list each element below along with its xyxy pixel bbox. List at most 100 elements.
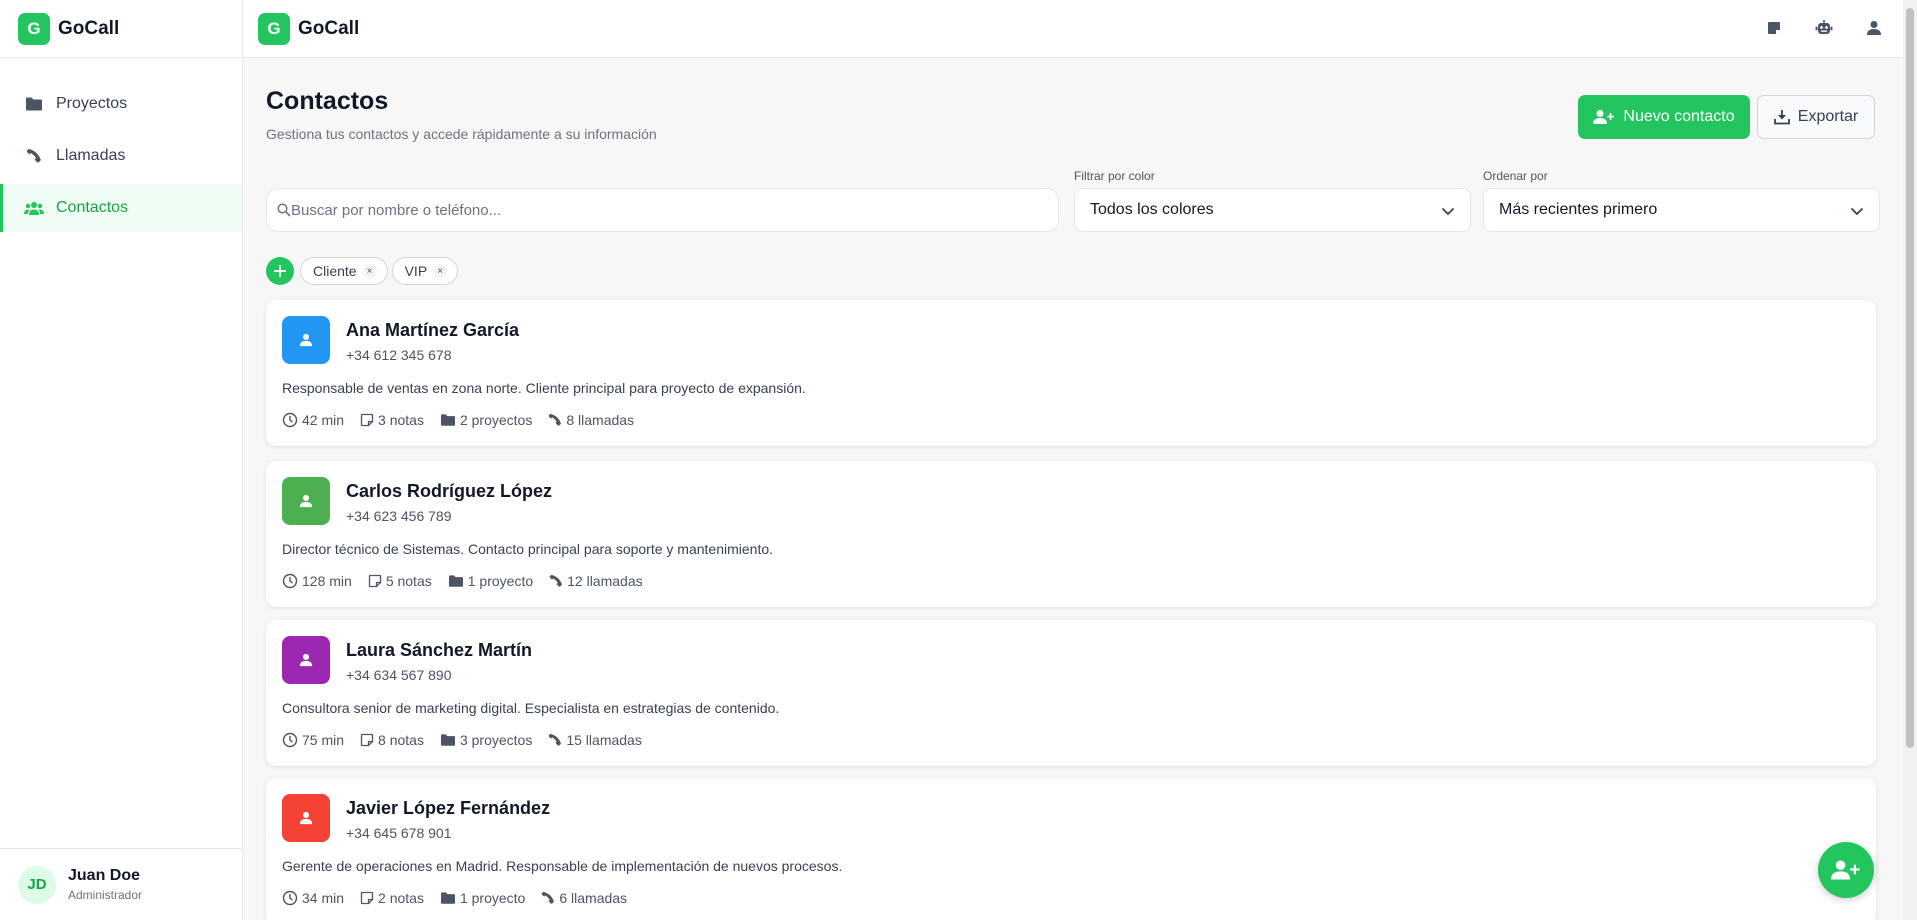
- stat-minutes: 128 min: [302, 573, 352, 589]
- clock-icon: [282, 732, 298, 748]
- sort-select[interactable]: Más recientes primero: [1483, 188, 1880, 232]
- contact-description: Responsable de ventas en zona norte. Cli…: [282, 380, 806, 396]
- note-icon: [360, 413, 374, 427]
- contact-card[interactable]: Laura Sánchez Martín +34 634 567 890 Con…: [266, 620, 1876, 766]
- sidebar-item-llamadas[interactable]: Llamadas: [0, 132, 242, 180]
- page-title: Contactos: [266, 87, 389, 115]
- fab-add-contact-button[interactable]: [1818, 842, 1874, 898]
- contact-description: Director técnico de Sistemas. Contacto p…: [282, 541, 774, 557]
- stat-calls: 8 llamadas: [566, 412, 635, 428]
- user-icon: [299, 653, 313, 667]
- phone-icon: [549, 413, 562, 426]
- stat-notes: 2 notas: [378, 890, 424, 906]
- phone-icon: [549, 574, 563, 587]
- stat-projects: 2 proyectos: [459, 412, 533, 428]
- search-input[interactable]: [291, 201, 1031, 219]
- clock-icon: [282, 890, 298, 906]
- contact-card[interactable]: Javier López Fernández +34 645 678 901 G…: [266, 778, 1876, 920]
- sidebar-item-label: Contactos: [56, 199, 129, 216]
- stat-calls: 6 llamadas: [559, 890, 628, 906]
- stat-notes: 5 notas: [385, 573, 432, 589]
- contact-card[interactable]: Carlos Rodríguez López +34 623 456 789 D…: [266, 461, 1876, 607]
- plus-icon: [274, 265, 286, 277]
- contact-description: Consultora senior de marketing digital. …: [282, 700, 780, 716]
- stat-minutes: 42 min: [302, 412, 345, 428]
- tag-label: VIP: [404, 263, 428, 279]
- app-name: GoCall: [58, 17, 120, 39]
- search-box[interactable]: [266, 188, 1059, 232]
- avatar: JD: [18, 865, 56, 904]
- contact-stats: 75 min 8 notas 3 proyectos 15 llamadas: [282, 732, 642, 748]
- sidebar-item-label: Proyectos: [56, 95, 128, 112]
- close-icon[interactable]: ×: [433, 264, 448, 278]
- app-name: GoCall: [298, 17, 360, 39]
- contact-name: Laura Sánchez Martín: [346, 640, 533, 660]
- stat-notes: 3 notas: [378, 412, 424, 428]
- clock-icon: [282, 573, 298, 589]
- sidebar-item-contactos[interactable]: Contactos: [0, 184, 242, 232]
- download-icon: [1773, 109, 1790, 125]
- contact-description: Gerente de operaciones en Madrid. Respon…: [282, 858, 843, 874]
- user-profile[interactable]: JD Juan Doe Administrador: [0, 848, 242, 920]
- logo: G: [258, 12, 290, 45]
- contact-phone: +34 623 456 789: [346, 508, 452, 524]
- export-label: Exportar: [1797, 108, 1859, 125]
- contact-name: Javier López Fernández: [346, 798, 551, 818]
- color-filter-value: Todos los colores: [1090, 201, 1214, 218]
- sidebar-nav: Proyectos Llamadas Contactos: [0, 58, 242, 232]
- page-subtitle: Gestiona tus contactos y accede rápidame…: [266, 126, 657, 142]
- user-role: Administrador: [68, 888, 143, 902]
- note-icon[interactable]: [1763, 17, 1785, 39]
- contact-avatar: [282, 794, 330, 842]
- sidebar-item-label: Llamadas: [56, 147, 126, 164]
- export-button[interactable]: Exportar: [1757, 95, 1875, 139]
- user-plus-icon: [1831, 860, 1860, 880]
- scrollbar[interactable]: [1903, 0, 1917, 920]
- stat-minutes: 75 min: [302, 732, 345, 748]
- contact-phone: +34 645 678 901: [346, 825, 452, 841]
- user-icon[interactable]: [1863, 17, 1885, 39]
- robot-icon[interactable]: [1813, 17, 1835, 39]
- stat-projects: 3 proyectos: [459, 732, 533, 748]
- stat-projects: 1 proyecto: [459, 890, 526, 906]
- topbar: G GoCall: [243, 0, 1903, 58]
- scrollbar-thumb[interactable]: [1906, 8, 1914, 748]
- contact-card[interactable]: Ana Martínez García +34 612 345 678 Resp…: [266, 300, 1876, 446]
- sort-value: Más recientes primero: [1499, 201, 1658, 218]
- sidebar-brand[interactable]: G GoCall: [0, 0, 242, 58]
- phone-icon: [549, 733, 562, 746]
- users-icon: [24, 198, 44, 218]
- note-icon: [368, 574, 381, 588]
- color-filter-label: Filtrar por color: [1074, 169, 1155, 183]
- sidebar-item-proyectos[interactable]: Proyectos: [0, 80, 242, 128]
- clock-icon: [282, 412, 298, 428]
- close-icon[interactable]: ×: [362, 264, 377, 278]
- stat-notes: 8 notas: [378, 732, 424, 748]
- tag-chip: Cliente ×: [300, 257, 388, 285]
- note-icon: [360, 733, 374, 747]
- user-name: Juan Doe: [68, 867, 141, 884]
- contact-avatar: [282, 477, 330, 525]
- contact-avatar: [282, 636, 330, 684]
- stat-calls: 15 llamadas: [566, 732, 642, 748]
- folder-icon: [440, 734, 455, 746]
- add-tag-button[interactable]: [266, 257, 294, 285]
- chevron-down-icon: [1440, 203, 1456, 219]
- color-filter-select[interactable]: Todos los colores: [1074, 188, 1471, 232]
- stat-minutes: 34 min: [302, 890, 345, 906]
- tag-label: Cliente: [313, 263, 357, 279]
- stat-projects: 1 proyecto: [467, 573, 534, 589]
- new-contact-label: Nuevo contacto: [1623, 108, 1735, 125]
- new-contact-button[interactable]: Nuevo contacto: [1578, 95, 1750, 139]
- logo: G: [18, 12, 50, 45]
- user-plus-icon: [1593, 109, 1615, 125]
- note-icon: [360, 891, 374, 905]
- folder-icon: [24, 94, 44, 114]
- sidebar: G GoCall Proyectos Llamadas Contactos JD…: [0, 0, 243, 920]
- contact-stats: 42 min 3 notas 2 proyectos 8 llamadas: [282, 412, 634, 428]
- search-icon: [277, 203, 291, 217]
- user-icon: [299, 811, 313, 825]
- contact-name: Ana Martínez García: [346, 320, 520, 340]
- contact-phone: +34 612 345 678: [346, 347, 452, 363]
- contact-stats: 34 min 2 notas 1 proyecto 6 llamadas: [282, 890, 627, 906]
